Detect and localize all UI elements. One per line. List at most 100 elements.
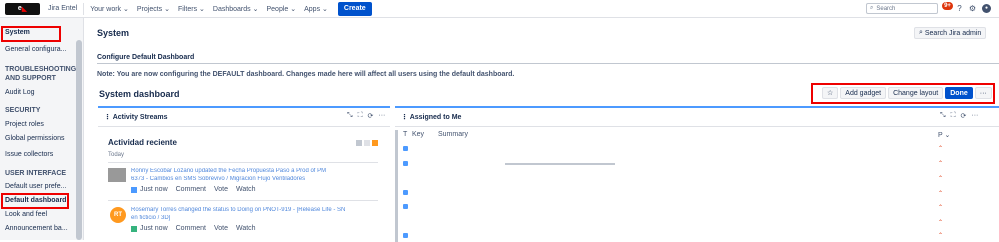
- user-avatar[interactable]: ●: [982, 4, 991, 13]
- divider: [97, 63, 999, 64]
- search-admin-label: Search Jira admin: [924, 29, 982, 37]
- priority-label: P: [938, 132, 943, 139]
- filter-icon[interactable]: [364, 140, 370, 146]
- issue-type-icon: [403, 204, 408, 209]
- filter-icon[interactable]: [356, 140, 362, 146]
- feed-icons: [354, 140, 378, 146]
- gadget-menu-icon[interactable]: ⋮: [104, 114, 113, 121]
- sidebar-scrollbar[interactable]: [76, 40, 82, 240]
- sidebar-item-project-roles[interactable]: Project roles: [5, 121, 44, 128]
- search-jira-admin-button[interactable]: ⌕ Search Jira admin: [914, 27, 987, 39]
- sidebar-item-global-permissions[interactable]: Global permissions: [5, 135, 65, 142]
- activity-streams-gadget: ⋮ Activity Streams ⤡ ⛶ ⟳ ··· Actividad r…: [98, 106, 390, 240]
- divider: [83, 2, 85, 15]
- logo-accent: ◣: [21, 5, 28, 13]
- sidebar-heading-troubleshooting: TROUBLESHOOTING: [5, 66, 77, 73]
- nav-label: People: [266, 5, 289, 13]
- issue-type-icon: [131, 186, 137, 193]
- gadget-title: ⋮ Assigned to Me: [401, 113, 461, 121]
- nav-label: Dashboards: [212, 5, 251, 13]
- divider: [108, 162, 378, 163]
- watch-link[interactable]: Watch: [236, 186, 256, 193]
- app-name[interactable]: Jira Entel: [48, 5, 77, 12]
- column-header-summary[interactable]: Summary: [438, 131, 468, 138]
- sidebar-heading-support: AND SUPPORT: [5, 75, 56, 82]
- activity-text-continued[interactable]: 6373 - Cambios en SMS Sobrevivo / Migrac…: [131, 176, 381, 184]
- gadget-controls: ⤡ ⛶ ⟳ ···: [342, 112, 385, 120]
- chevron-down-icon: ⌄: [322, 5, 328, 13]
- highlight-box-system: [1, 26, 61, 42]
- search-input[interactable]: ⌕ Search: [866, 3, 938, 14]
- chevron-down-icon: ⌄: [164, 5, 171, 13]
- nav-label: Filters: [178, 5, 198, 13]
- column-header-priority[interactable]: P ⌄: [938, 131, 950, 139]
- activity-time: Just now: [140, 225, 168, 232]
- gadget-title-text: Activity Streams: [112, 114, 168, 121]
- config-note: Note: You are now configuring the DEFAUL…: [97, 71, 515, 78]
- priority-icon: ⌃: [938, 161, 944, 167]
- nav-dashboards[interactable]: Dashboards ⌄: [213, 5, 259, 13]
- sidebar-heading-security: SECURITY: [5, 107, 41, 114]
- refresh-icon[interactable]: ⟳: [368, 112, 374, 120]
- priority-icon: ⌃: [938, 146, 944, 152]
- chevron-down-icon: ⌄: [252, 5, 259, 13]
- avatar[interactable]: RT: [110, 207, 126, 223]
- issue-type-icon: [403, 233, 408, 238]
- settings-gear-icon[interactable]: ⚙: [968, 4, 977, 13]
- sidebar-item-audit-log[interactable]: Audit Log: [5, 89, 35, 96]
- page-title: System: [97, 28, 130, 38]
- sidebar-item-announcement-banner[interactable]: Announcement ba...: [5, 225, 68, 232]
- sidebar-item-look-and-feel[interactable]: Look and feel: [5, 211, 47, 218]
- gadget-title: ⋮ Activity Streams: [104, 113, 168, 121]
- highlight-box-default-dashboard: [1, 193, 69, 209]
- create-button[interactable]: Create: [337, 1, 372, 16]
- activity-text[interactable]: Rosemary Torres changed the status to Do…: [131, 207, 381, 215]
- highlight-box-toolbar: [811, 83, 995, 104]
- activity-meta: Just now Comment Vote Watch: [131, 225, 256, 232]
- column-header-type[interactable]: T: [403, 131, 407, 138]
- comment-link[interactable]: Comment: [176, 186, 206, 193]
- sidebar-item-general-configuration[interactable]: General configura...: [5, 46, 66, 53]
- column-header-key[interactable]: Key: [412, 131, 424, 138]
- more-icon[interactable]: ···: [971, 112, 978, 120]
- vote-link[interactable]: Vote: [214, 186, 228, 193]
- chevron-down-icon: ⌄: [199, 5, 205, 13]
- nav-projects[interactable]: Projects ⌄: [137, 5, 170, 13]
- chevron-down-icon: ⌄: [944, 132, 951, 139]
- minimize-icon[interactable]: ⤡: [940, 112, 946, 120]
- avatar[interactable]: [108, 168, 126, 182]
- chevron-down-icon: ⌄: [123, 5, 129, 13]
- maximize-icon[interactable]: ⛶: [951, 112, 956, 120]
- priority-icon: ⌃: [938, 220, 944, 226]
- nav-your-work[interactable]: Your work ⌄: [90, 5, 129, 13]
- help-icon[interactable]: ?: [955, 4, 964, 13]
- sidebar-item-default-user-preferences[interactable]: Default user prefe...: [5, 183, 66, 190]
- app-logo[interactable]: e ◣: [5, 2, 40, 15]
- divider: [108, 200, 378, 201]
- nav-label: Apps: [304, 5, 321, 13]
- refresh-icon[interactable]: ⟳: [961, 112, 967, 120]
- nav-people[interactable]: People ⌄: [266, 5, 296, 13]
- minimize-icon[interactable]: ⤡: [347, 112, 353, 120]
- rss-feed-icon[interactable]: [372, 140, 378, 146]
- table-row[interactable]: [505, 163, 615, 165]
- activity-heading: Actividad reciente: [108, 138, 177, 147]
- comment-link[interactable]: Comment: [176, 225, 206, 232]
- nav-filters[interactable]: Filters ⌄: [178, 5, 205, 13]
- maximize-icon[interactable]: ⛶: [358, 112, 363, 120]
- vote-link[interactable]: Vote: [214, 225, 228, 232]
- sidebar-heading-user-interface: USER INTERFACE: [5, 170, 67, 177]
- configure-heading: Configure Default Dashboard: [97, 54, 195, 61]
- activity-text[interactable]: Ronny Escobar Lozano updated the Fecha P…: [131, 168, 381, 176]
- sidebar-item-issue-collectors[interactable]: Issue collectors: [5, 151, 53, 158]
- notifications-badge[interactable]: 9+: [942, 2, 953, 10]
- watch-link[interactable]: Watch: [236, 225, 256, 232]
- priority-icon: ⌃: [938, 191, 944, 197]
- chevron-down-icon: ⌄: [290, 5, 297, 13]
- more-icon[interactable]: ···: [378, 112, 385, 120]
- nav-apps[interactable]: Apps ⌄: [304, 5, 328, 13]
- activity-text-continued[interactable]: en ficticio / 3D]: [131, 215, 381, 223]
- gadget-menu-icon[interactable]: ⋮: [401, 114, 410, 121]
- gadget-scrollbar[interactable]: [395, 130, 398, 242]
- issue-type-icon: [131, 225, 137, 232]
